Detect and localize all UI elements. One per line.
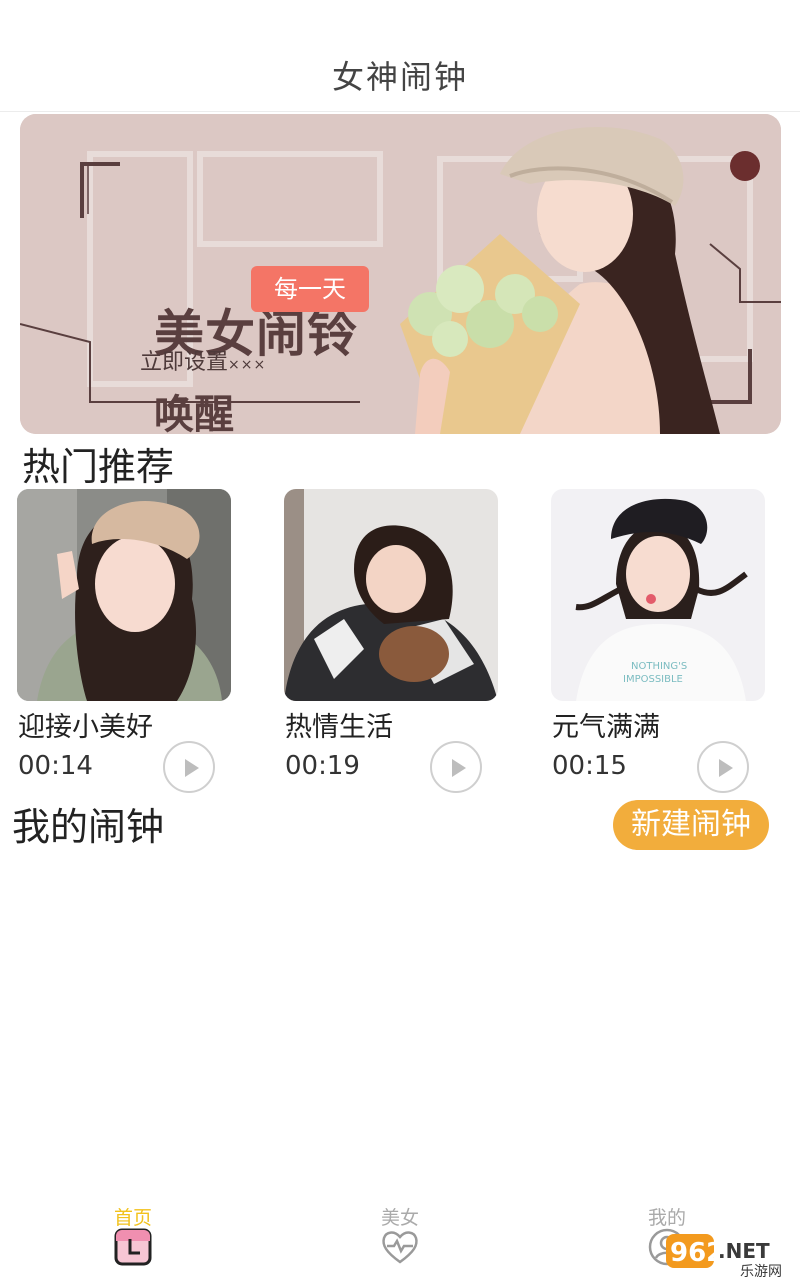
svg-text:IMPOSSIBLE: IMPOSSIBLE (623, 674, 683, 685)
new-alarm-button[interactable]: 新建闹钟 (613, 800, 769, 850)
tab-home[interactable]: 首页 (73, 1195, 193, 1280)
hot-card-name: 热情生活 (285, 712, 393, 743)
svg-text:NOTHING'S: NOTHING'S (631, 661, 687, 672)
hot-card-duration: 00:14 (18, 751, 93, 781)
hot-card-thumbnail[interactable] (17, 489, 231, 701)
hot-card-3[interactable]: NOTHING'S IMPOSSIBLE 元气满满 00:15 (551, 489, 765, 799)
svg-text:.NET: .NET (718, 1239, 770, 1263)
tab-beauty-label: 美女 (380, 1207, 419, 1229)
play-icon[interactable] (430, 741, 482, 793)
tab-beauty[interactable]: 美女 (340, 1195, 460, 1280)
hot-card-thumbnail[interactable]: NOTHING'S IMPOSSIBLE (551, 489, 765, 701)
watermark-logo: 962 .NET 乐游网 (660, 1228, 800, 1280)
hot-card-name: 元气满满 (552, 712, 660, 743)
svg-text:962: 962 (670, 1238, 724, 1268)
hot-card-duration: 00:15 (552, 751, 627, 781)
calendar-icon (113, 1227, 153, 1267)
hot-card-duration: 00:19 (285, 751, 360, 781)
banner-badge-label: 每一天 (274, 275, 346, 303)
banner-setup-label: 立即设置 (140, 350, 229, 375)
my-alarm-title: 我的闹钟 (12, 805, 165, 849)
title-bar: 女神闹钟 (0, 0, 800, 112)
tab-home-label: 首页 (113, 1207, 152, 1229)
heart-pulse-icon (380, 1227, 420, 1267)
promo-banner[interactable]: 美女闹铃 唤醒 每一天 立即设置××× (20, 114, 781, 434)
banner-wake-text: 唤醒 (154, 392, 234, 434)
hot-card-1[interactable]: 迎接小美好 00:14 (17, 489, 231, 799)
svg-text:乐游网: 乐游网 (740, 1264, 782, 1280)
hot-card-name: 迎接小美好 (18, 712, 153, 743)
banner-setup-link[interactable]: 立即设置××× (140, 344, 266, 376)
banner-artwork (20, 114, 781, 434)
hot-section-title: 热门推荐 (22, 445, 175, 489)
play-icon[interactable] (163, 741, 215, 793)
banner-setup-dots: ××× (228, 357, 267, 373)
hot-card-thumbnail[interactable] (284, 489, 498, 701)
banner-daily-badge: 每一天 (251, 266, 369, 312)
page-title: 女神闹钟 (331, 58, 468, 96)
play-icon[interactable] (697, 741, 749, 793)
tab-mine-label: 我的 (647, 1207, 686, 1229)
hot-card-2[interactable]: 热情生活 00:19 (284, 489, 498, 799)
